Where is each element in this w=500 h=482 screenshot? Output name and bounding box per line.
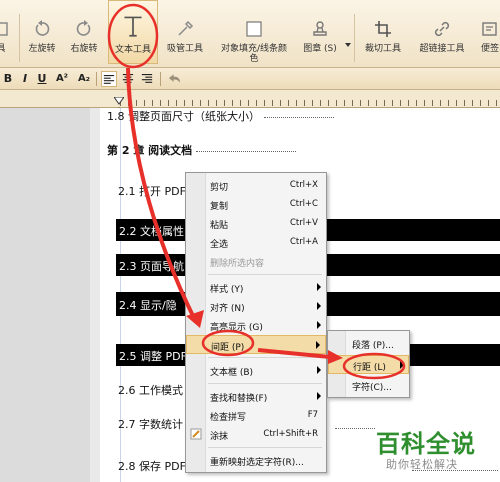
hyperlink-button[interactable]: 超链接工具: [414, 0, 470, 64]
crop-button[interactable]: 裁切工具: [360, 0, 406, 64]
align-center-icon: [122, 74, 134, 83]
undo-arrow-icon: [168, 74, 180, 83]
rotate-left-button[interactable]: 左旋转: [22, 0, 62, 64]
tool-button[interactable]: 具: [0, 0, 16, 64]
ruler-indent-marker[interactable]: [113, 90, 125, 105]
italic-button[interactable]: I: [19, 71, 31, 87]
menu-item-paste[interactable]: 粘贴 Ctrl+V: [186, 214, 326, 233]
tool-icon: [0, 22, 8, 36]
align-left-button[interactable]: [101, 71, 117, 87]
menu-item-text-box[interactable]: 文本框 (B): [186, 361, 326, 380]
submenu-arrow-icon: [316, 341, 320, 349]
stamp-dropdown-icon[interactable]: [345, 43, 351, 47]
note-icon: [482, 22, 497, 36]
submenu-arrow-icon: [400, 361, 404, 369]
hyperlink-icon: [434, 21, 450, 37]
smear-pencil-icon: [190, 428, 202, 440]
context-menu: 剪切 Ctrl+X 复制 Ctrl+C 粘贴 Ctrl+V 全选 Ctrl+A 删除所选…: [185, 172, 327, 473]
submenu-arrow-icon: [317, 302, 321, 310]
submenu-arrow-icon: [317, 321, 321, 329]
watermark-logo: 百科全说 助你轻松解决: [376, 430, 476, 471]
eyedropper-button[interactable]: 吸管工具: [162, 0, 208, 64]
text-tool-button[interactable]: 文本工具: [108, 0, 158, 64]
text-tool-icon: [124, 16, 142, 37]
undo-button[interactable]: [166, 71, 182, 87]
toc-line: 2.8 保存 PDF: [118, 460, 186, 473]
stamp-button[interactable]: 图章 (S): [298, 0, 342, 64]
rotate-right-button[interactable]: 右旋转: [64, 0, 104, 64]
subscript-button[interactable]: A₂: [76, 71, 92, 87]
menu-item-smear[interactable]: 涂抹 Ctrl+Shift+R: [186, 425, 326, 444]
menu-item-align[interactable]: 对齐 (N): [186, 297, 326, 316]
toc-chapter-heading: 第 2 章 阅读文档: [107, 142, 297, 158]
superscript-button[interactable]: A²: [54, 71, 70, 87]
horizontal-ruler[interactable]: [0, 90, 500, 116]
note-button[interactable]: 便签: [474, 0, 500, 64]
align-right-icon: [141, 74, 153, 83]
align-right-button[interactable]: [139, 71, 155, 87]
align-left-icon: [103, 75, 115, 84]
align-center-button[interactable]: [120, 71, 136, 87]
submenu-item-character[interactable]: 字符(C)...: [328, 376, 409, 395]
submenu-item-paragraph[interactable]: 段落 (P)...: [328, 334, 409, 353]
left-gutter: [0, 108, 90, 482]
ruler-margin-marker[interactable]: [113, 100, 125, 116]
main-toolbar: 具 左旋转 右旋转 文本工具 吸管工具 对象填充/线条颜 色 图章 (S) 裁切…: [0, 0, 500, 68]
crop-icon: [375, 21, 391, 37]
rotate-right-icon: [76, 20, 91, 36]
menu-item-delete-selection: 删除所选内容: [210, 259, 265, 269]
menu-item-spacing[interactable]: 间距 (P): [186, 335, 326, 354]
menu-item-spell-check[interactable]: 检查拼写 F7: [186, 406, 326, 425]
rotate-left-icon: [35, 20, 50, 36]
submenu-item-line-spacing[interactable]: 行距 (L): [328, 355, 409, 374]
submenu-arrow-icon: [317, 392, 321, 400]
menu-item-find-replace[interactable]: 查找和替换(F): [186, 387, 326, 406]
stamp-icon: [313, 21, 327, 36]
toc-line: 2.6 工作模式: [118, 384, 183, 397]
menu-item-cut[interactable]: 剪切 Ctrl+X: [186, 176, 326, 195]
menu-item-style[interactable]: 样式 (Y): [186, 278, 326, 297]
menu-item-copy[interactable]: 复制 Ctrl+C: [186, 195, 326, 214]
menu-item-select-all[interactable]: 全选 Ctrl+A: [186, 233, 326, 252]
menu-item-highlight[interactable]: 高亮显示 (G): [186, 316, 326, 335]
underline-button[interactable]: U: [36, 71, 48, 87]
submenu-arrow-icon: [317, 283, 321, 291]
menu-item-remap-characters[interactable]: 重新映射选定字符(R)...: [186, 451, 326, 470]
fill-color-button[interactable]: 对象填充/线条颜 色: [212, 0, 296, 64]
toc-line: 2.7 字数统计: [118, 418, 183, 431]
spacing-submenu: 段落 (P)... 行距 (L) 字符(C)...: [327, 330, 410, 398]
eyedropper-icon: [178, 20, 194, 36]
bold-button[interactable]: B: [2, 71, 14, 87]
toc-line: 1.8 调整页面尺寸（纸张大小）: [107, 108, 334, 124]
format-bar: B I U A² A₂: [0, 68, 500, 90]
fill-color-icon: [246, 21, 262, 37]
toc-line: 2.1 打开 PDF: [118, 185, 186, 198]
submenu-arrow-icon: [317, 366, 321, 374]
